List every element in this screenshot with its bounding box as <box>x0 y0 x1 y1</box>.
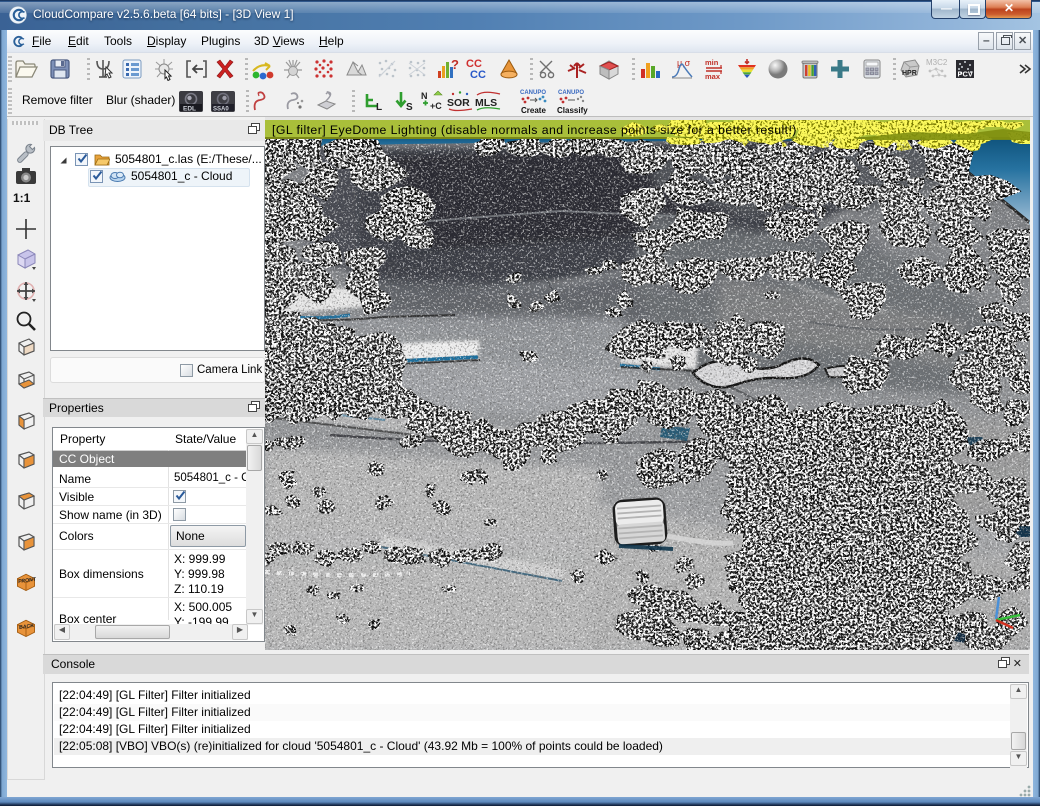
svg-text:SSA0: SSA0 <box>213 107 229 113</box>
svg-text:Create: Create <box>521 106 546 115</box>
svg-text:max: max <box>705 72 721 81</box>
svg-text:SOR: SOR <box>447 97 470 109</box>
svg-text:min: min <box>705 58 719 67</box>
svg-text:M3C2: M3C2 <box>926 58 948 67</box>
svg-text:L: L <box>376 102 382 113</box>
svg-text:[GL filter] EyeDome Lighting (: [GL filter] EyeDome Lighting (disable no… <box>272 123 797 137</box>
svg-text:CC: CC <box>470 69 486 81</box>
svg-text:Classify: Classify <box>557 106 588 115</box>
svg-text:S: S <box>406 102 413 113</box>
svg-text:EDL: EDL <box>183 106 196 113</box>
svg-text:?: ? <box>451 57 459 72</box>
svg-text:HPR: HPR <box>902 70 917 77</box>
svg-text:+C: +C <box>430 101 442 111</box>
svg-text:CANUPO: CANUPO <box>520 90 546 96</box>
svg-text:N: N <box>421 91 428 101</box>
svg-text:CANUPO: CANUPO <box>558 90 584 96</box>
svg-text:PCV: PCV <box>958 70 973 79</box>
